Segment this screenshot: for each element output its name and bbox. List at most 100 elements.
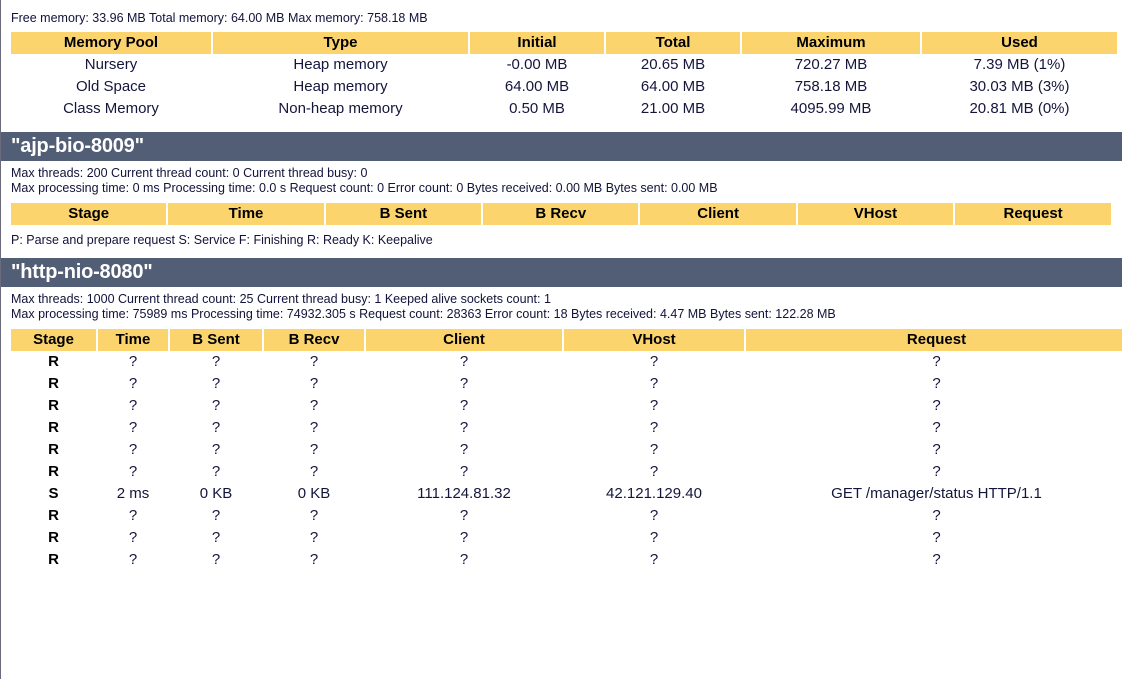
cell-vhost: ? [564,351,744,373]
cell-time: ? [98,461,168,483]
cell-maximum: 720.27 MB [742,54,920,76]
table-row: R?????? [11,549,1122,571]
cell-memory-pool: Nursery [11,54,211,76]
cell-b-recv: ? [264,461,364,483]
cell-used: 7.39 MB (1%) [922,54,1117,76]
cell-client: ? [366,417,562,439]
cell-client: ? [366,373,562,395]
cell-time: ? [98,373,168,395]
table-row: R?????? [11,461,1122,483]
cell-b-sent: ? [170,505,262,527]
cell-request: GET /manager/status HTTP/1.1 [746,483,1122,505]
column-header-b-sent: B Sent [170,329,262,351]
cell-vhost: ? [564,439,744,461]
table-row: R?????? [11,395,1122,417]
cell-memory-pool: Class Memory [11,98,211,120]
cell-time: ? [98,527,168,549]
cell-vhost: 42.121.129.40 [564,483,744,505]
cell-maximum: 4095.99 MB [742,98,920,120]
cell-time: ? [98,417,168,439]
cell-b-recv: ? [264,527,364,549]
table-row: R?????? [11,505,1122,527]
cell-request: ? [746,461,1122,483]
cell-request: ? [746,373,1122,395]
column-header-time: Time [168,203,324,225]
column-header-vhost: VHost [564,329,744,351]
cell-vhost: ? [564,549,744,571]
cell-initial: 0.50 MB [470,98,604,120]
cell-request: ? [746,417,1122,439]
cell-stage: R [11,461,96,483]
cell-b-recv: ? [264,505,364,527]
cell-b-recv: ? [264,395,364,417]
column-header-initial: Initial [470,32,604,54]
cell-b-sent: ? [170,395,262,417]
cell-request: ? [746,505,1122,527]
cell-client: ? [366,351,562,373]
column-header-client: Client [640,203,796,225]
cell-time: 2 ms [98,483,168,505]
cell-time: ? [98,505,168,527]
table-row: R?????? [11,417,1122,439]
cell-stage: R [11,373,96,395]
cell-b-sent: ? [170,417,262,439]
cell-time: ? [98,439,168,461]
cell-type: Heap memory [213,54,468,76]
column-header-client: Client [366,329,562,351]
cell-client: ? [366,505,562,527]
cell-client: ? [366,549,562,571]
connector-threads-table-ajp: Stage Time B Sent B Recv Client VHost Re… [9,203,1113,225]
cell-maximum: 758.18 MB [742,76,920,98]
cell-b-recv: ? [264,373,364,395]
column-header-b-recv: B Recv [483,203,639,225]
cell-request: ? [746,351,1122,373]
table-row: Old Space Heap memory 64.00 MB 64.00 MB … [11,76,1117,98]
cell-vhost: ? [564,505,744,527]
cell-stage: R [11,417,96,439]
cell-initial: 64.00 MB [470,76,604,98]
table-row: R?????? [11,373,1122,395]
cell-vhost: ? [564,395,744,417]
column-header-vhost: VHost [797,203,954,225]
column-header-maximum: Maximum [742,32,920,54]
table-row: Nursery Heap memory -0.00 MB 20.65 MB 72… [11,54,1117,76]
cell-request: ? [746,549,1122,571]
column-header-b-sent: B Sent [325,203,482,225]
column-header-time: Time [98,329,168,351]
cell-used: 30.03 MB (3%) [922,76,1117,98]
column-header-used: Used [922,32,1117,54]
cell-request: ? [746,395,1122,417]
cell-stage: R [11,395,96,417]
connector-header-http-nio-8080: "http-nio-8080" [1,258,1122,287]
cell-time: ? [98,549,168,571]
table-row: R?????? [11,351,1122,373]
cell-b-recv: ? [264,549,364,571]
column-header-stage: Stage [11,329,96,351]
cell-client: ? [366,395,562,417]
cell-vhost: ? [564,461,744,483]
connector-table-header-row-http: Stage Time B Sent B Recv Client VHost Re… [11,329,1122,351]
cell-used: 20.81 MB (0%) [922,98,1117,120]
cell-b-recv: ? [264,439,364,461]
connector-threads-stats-ajp: Max threads: 200 Current thread count: 0… [11,166,368,180]
cell-client: ? [366,527,562,549]
column-header-type: Type [213,32,468,54]
connector-threads-table-http: Stage Time B Sent B Recv Client VHost Re… [9,329,1122,571]
memory-summary-text: Free memory: 33.96 MB Total memory: 64.0… [11,11,428,25]
cell-type: Heap memory [213,76,468,98]
cell-stage: S [11,483,96,505]
table-row: Class Memory Non-heap memory 0.50 MB 21.… [11,98,1117,120]
cell-request: ? [746,439,1122,461]
cell-total: 21.00 MB [606,98,740,120]
connector-table-body-http: R?????? R?????? R?????? R?????? R?????? R????… [11,351,1122,571]
cell-b-sent: ? [170,527,262,549]
cell-b-recv: ? [264,351,364,373]
cell-client: ? [366,461,562,483]
cell-vhost: ? [564,373,744,395]
cell-client: ? [366,439,562,461]
cell-b-sent: ? [170,373,262,395]
cell-b-sent: ? [170,351,262,373]
column-header-stage: Stage [11,203,167,225]
connector-header-ajp-bio-8009: "ajp-bio-8009" [1,132,1122,161]
cell-initial: -0.00 MB [470,54,604,76]
